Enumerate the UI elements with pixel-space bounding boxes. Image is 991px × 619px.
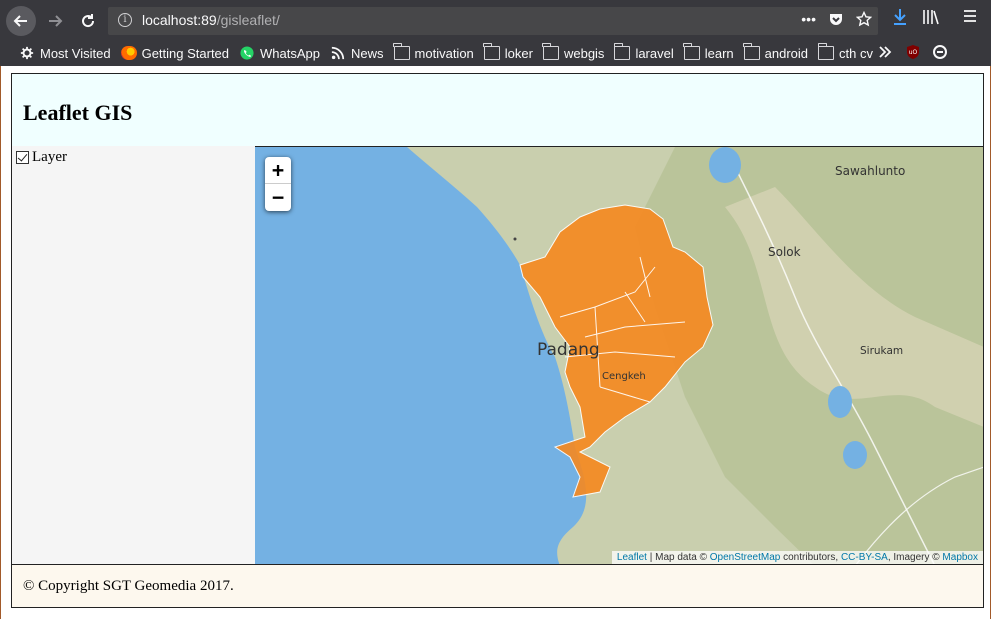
folder-icon <box>483 43 500 60</box>
place-label-padang: Padang <box>537 340 600 360</box>
sidebar: Layer <box>11 146 256 565</box>
toolbar: i localhost:89/gisleaflet/ ••• <box>0 0 991 40</box>
page-footer: © Copyright SGT Geomedia 2017. <box>11 564 984 608</box>
layer-toggle[interactable]: Layer <box>16 149 67 166</box>
svg-text:uO: uO <box>909 49 918 56</box>
bookmark-learn[interactable]: learn <box>679 42 739 64</box>
bookmark-label: cth cv <box>839 45 873 61</box>
reload-button[interactable] <box>73 6 103 36</box>
airport-icon <box>513 237 517 241</box>
download-icon[interactable] <box>892 8 908 26</box>
bookmark-webgis[interactable]: webgis <box>538 42 609 64</box>
mapbox-link[interactable]: Mapbox <box>942 552 978 563</box>
page-header: Leaflet GIS <box>11 73 984 147</box>
folder-icon <box>542 43 559 60</box>
zoom-out-button[interactable]: − <box>265 184 291 210</box>
bookmark-star-icon[interactable] <box>856 11 872 27</box>
url-bar[interactable]: i localhost:89/gisleaflet/ ••• <box>108 7 878 35</box>
bookmark-label: WhatsApp <box>260 45 321 61</box>
bookmark-news[interactable]: News <box>325 42 389 64</box>
bookmark-android[interactable]: android <box>739 42 813 64</box>
forward-button[interactable] <box>40 6 70 36</box>
map-attribution: Leaflet | Map data © OpenStreetMap contr… <box>611 551 983 564</box>
copyright-text: © Copyright SGT Geomedia 2017. <box>23 578 234 594</box>
bookmark-label: learn <box>704 45 734 61</box>
attribution-text: , Imagery © <box>887 552 943 563</box>
info-icon[interactable]: i <box>118 13 132 27</box>
leaflet-link[interactable]: Leaflet <box>617 552 647 563</box>
url-text[interactable]: localhost:89/gisleaflet/ <box>142 12 280 28</box>
page-title: Leaflet GIS <box>23 100 133 125</box>
zoom-control: + − <box>265 157 291 211</box>
map-container[interactable]: Sawahlunto Solok Padang Sirukam Cengkeh … <box>255 146 984 565</box>
menu-icon[interactable] <box>962 8 978 24</box>
bookmark-whatsapp[interactable]: WhatsApp <box>234 42 325 64</box>
firefox-icon <box>120 46 137 60</box>
place-label-solok: Solok <box>768 245 801 259</box>
bookmark-most-visited[interactable]: Most Visited <box>14 42 116 64</box>
bookmark-label: webgis <box>563 45 605 61</box>
bookmarks-bar: Most Visited Getting Started WhatsApp Ne… <box>0 40 991 66</box>
bookmark-label: News <box>351 45 384 61</box>
rss-icon <box>331 46 345 60</box>
bookmark-loker[interactable]: loker <box>479 42 538 64</box>
arrow-left-icon <box>13 15 27 27</box>
reload-icon <box>82 14 95 28</box>
lake-area <box>828 386 852 418</box>
browser-chrome: i localhost:89/gisleaflet/ ••• Most Visi… <box>0 0 991 66</box>
attribution-text: contributors, <box>780 552 841 563</box>
bookmark-label: motivation <box>414 45 474 61</box>
layer-checkbox[interactable] <box>16 151 29 164</box>
page-actions-icon[interactable]: ••• <box>801 11 816 27</box>
page-viewport: Leaflet GIS Layer Sawahlunto Solok Padan… <box>0 66 991 619</box>
map-tiles: Sawahlunto Solok Padang Sirukam Cengkeh <box>255 147 983 564</box>
url-host: localhost:89 <box>142 12 217 28</box>
arrow-right-icon <box>49 15 63 27</box>
whatsapp-icon <box>240 46 254 60</box>
license-link[interactable]: CC-BY-SA <box>841 552 888 563</box>
folder-icon <box>817 43 835 60</box>
bookmark-motivation[interactable]: motivation <box>389 42 479 64</box>
url-path: /gisleaflet/ <box>216 12 280 28</box>
library-icon[interactable] <box>922 8 940 26</box>
lake-area <box>843 441 867 469</box>
osm-link[interactable]: OpenStreetMap <box>710 552 781 563</box>
bookmark-laravel[interactable]: laravel <box>609 42 678 64</box>
chevron-double-right-icon[interactable] <box>877 44 893 60</box>
attribution-text: | Map data © <box>646 552 710 563</box>
pocket-icon[interactable] <box>828 11 844 27</box>
bookmark-label: Most Visited <box>40 45 111 61</box>
folder-icon <box>613 43 631 60</box>
ublock-icon[interactable]: uO <box>905 44 921 60</box>
lake-area <box>709 147 741 183</box>
folder-icon <box>393 43 410 60</box>
bookmark-label: android <box>764 45 809 61</box>
zoom-in-button[interactable]: + <box>265 157 291 184</box>
folder-icon <box>683 43 700 60</box>
back-button[interactable] <box>6 6 36 36</box>
folder-icon <box>743 43 760 60</box>
url-actions: ••• <box>801 11 872 27</box>
extension-icon[interactable] <box>932 44 948 60</box>
bookmark-cth-cv[interactable]: cth cv <box>813 42 878 64</box>
place-label-cengkeh: Cengkeh <box>602 371 646 382</box>
bookmark-label: loker <box>504 45 533 61</box>
place-label-sirukam: Sirukam <box>860 345 903 357</box>
bookmark-getting-started[interactable]: Getting Started <box>116 42 234 64</box>
gear-icon <box>20 46 34 60</box>
bookmark-label: Getting Started <box>141 45 230 61</box>
place-label-sawahlunto: Sawahlunto <box>835 164 905 178</box>
layer-label: Layer <box>32 149 67 165</box>
bookmark-label: laravel <box>635 45 674 61</box>
